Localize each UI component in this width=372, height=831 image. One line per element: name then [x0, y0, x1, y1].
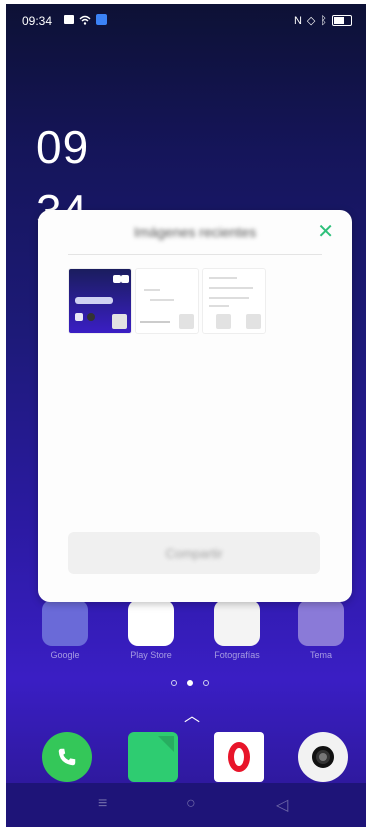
status-right-icons: N ◇ ᛒ [294, 14, 352, 27]
bluetooth-icon: ᛒ [320, 14, 327, 27]
play-store-icon[interactable] [128, 600, 174, 646]
select-checkbox[interactable] [216, 314, 231, 329]
home-apps-row: Google Play Store Fotografías Tema [6, 594, 366, 664]
app-label-google: Google [50, 650, 80, 660]
battery-icon [332, 15, 352, 26]
messages-icon[interactable] [128, 732, 178, 782]
thumbnail-list [68, 268, 266, 334]
navigation-bar: ≡ ○ ◁ [6, 783, 366, 827]
recent-images-dialog: Imágenes recientes ✕ Compartir [38, 210, 352, 602]
app-label-theme: Tema [309, 650, 332, 660]
select-checkbox[interactable] [179, 314, 194, 329]
thumbnail-screenshot-3[interactable] [202, 268, 266, 334]
back-icon[interactable]: ◁ [276, 795, 288, 815]
wifi-icon [79, 15, 91, 25]
status-bar: 09:34 N ◇ ᛒ [16, 12, 356, 32]
photos-icon[interactable] [214, 600, 260, 646]
dialog-title: Imágenes recientes [133, 224, 257, 240]
google-folder-icon[interactable] [42, 600, 88, 646]
select-checkbox[interactable] [246, 314, 261, 329]
page-indicator [171, 680, 209, 686]
thumbnail-screenshot-1[interactable] [68, 268, 132, 334]
status-left-icons [64, 14, 107, 25]
send-button[interactable]: Compartir [68, 532, 320, 574]
app-label-photos: Fotografías [214, 650, 260, 660]
menu-icon[interactable]: ≡ [98, 795, 107, 813]
app-label-play-store: Play Store [130, 650, 172, 660]
photo-icon [64, 15, 74, 24]
phone-screen: 09:34 N ◇ ᛒ 09 34 Google Play Store Foto… [6, 4, 366, 827]
theme-folder-icon[interactable] [298, 600, 344, 646]
dialog-divider [68, 254, 322, 255]
home-icon[interactable]: ○ [186, 795, 196, 813]
message-bubble-icon [132, 736, 174, 780]
app-notification-icon [96, 14, 107, 25]
opera-icon[interactable] [214, 732, 264, 782]
nfc-icon: N [293, 14, 302, 27]
page-dot [203, 680, 209, 686]
thumbnail-screenshot-2[interactable] [135, 268, 199, 334]
phone-handset-icon [58, 748, 76, 766]
phone-icon[interactable] [42, 732, 92, 782]
select-checkbox[interactable] [112, 314, 127, 329]
opera-logo [228, 742, 250, 772]
status-time: 09:34 [22, 14, 53, 28]
page-dot-active [187, 680, 193, 686]
close-icon[interactable]: ✕ [317, 222, 334, 242]
camera-lens [312, 746, 334, 768]
camera-icon[interactable] [298, 732, 348, 782]
clock-hour: 09 [36, 121, 90, 173]
app-drawer-up-icon[interactable]: ︿ [184, 702, 200, 726]
vibrate-icon: ◇ [306, 15, 316, 27]
send-button-label: Compartir [165, 545, 223, 561]
page-dot [171, 680, 177, 686]
